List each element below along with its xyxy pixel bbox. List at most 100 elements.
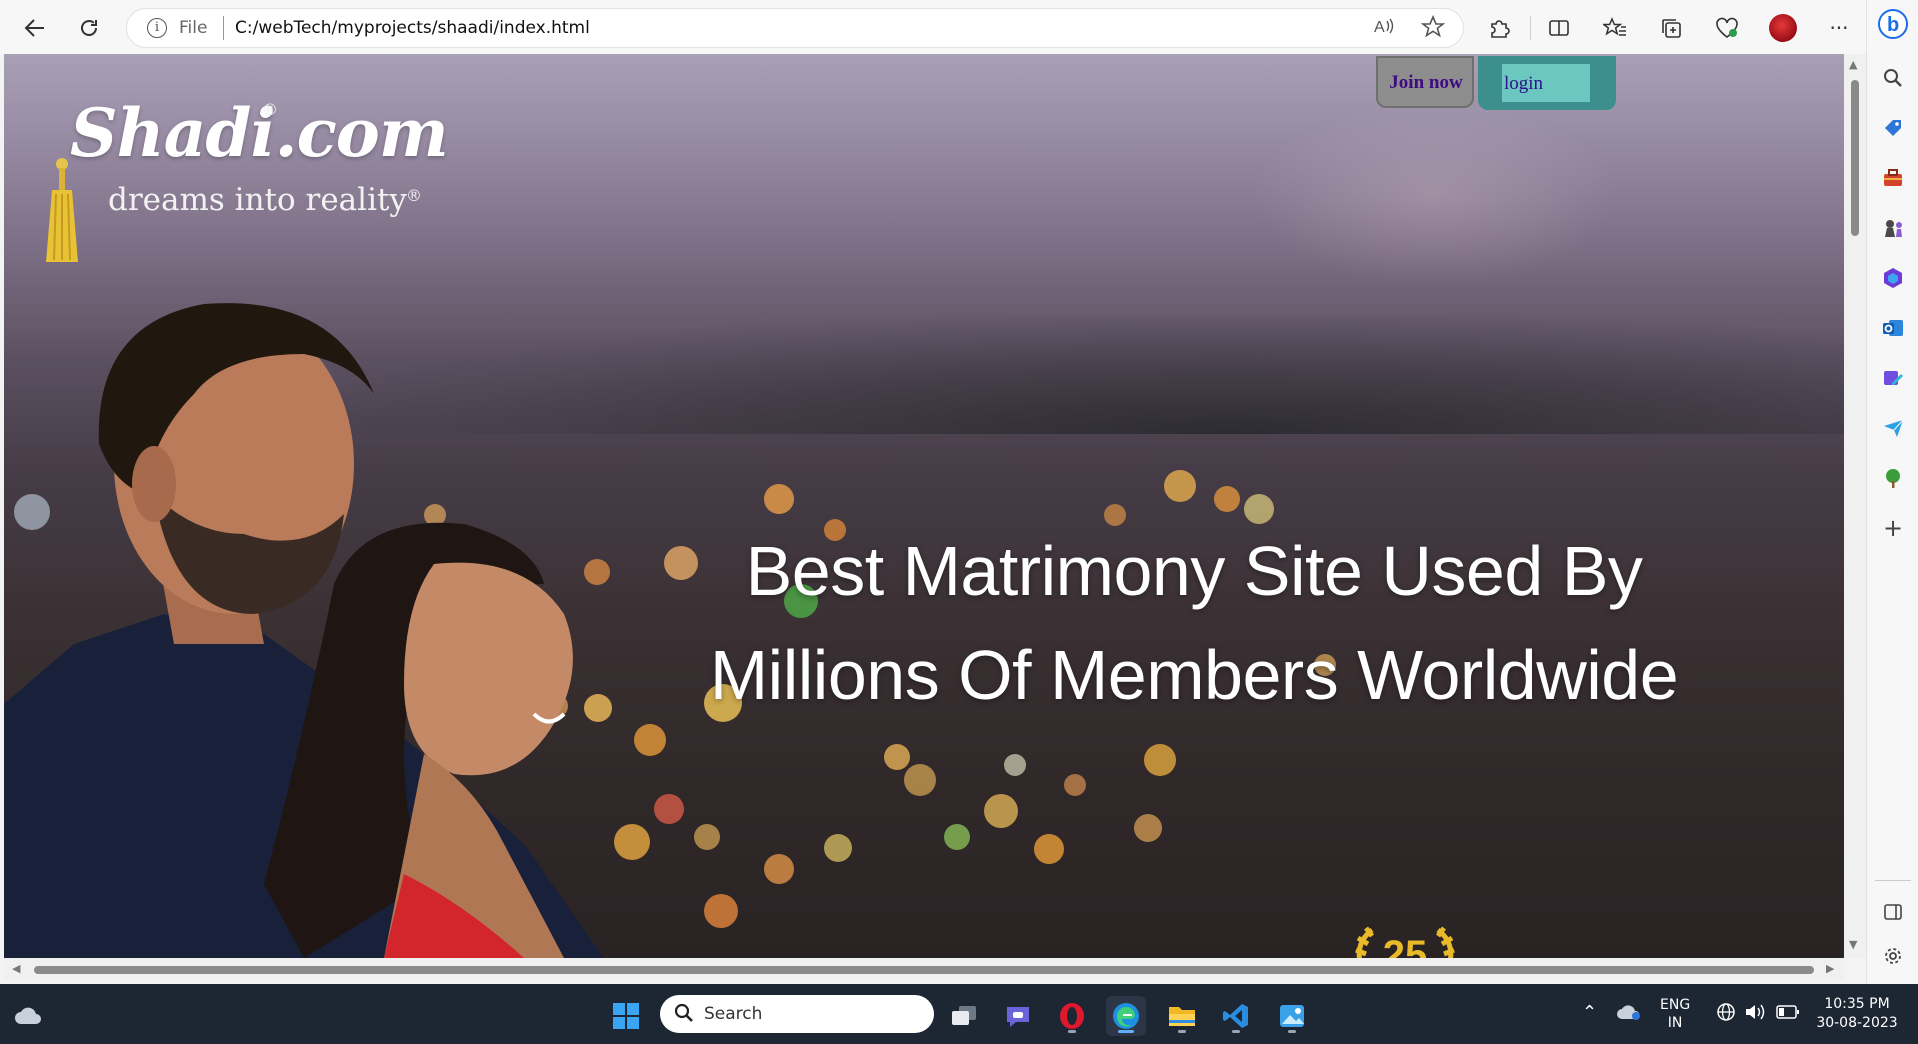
- laurel-icon: 25: [1355, 926, 1455, 958]
- language-indicator[interactable]: ENG IN: [1660, 996, 1690, 1032]
- extensions-button[interactable]: [1480, 9, 1518, 47]
- plus-icon: +: [1882, 514, 1904, 542]
- running-indicator: [1232, 1030, 1240, 1033]
- collections-icon: [1662, 19, 1681, 38]
- bing-copilot-button[interactable]: b: [1877, 8, 1909, 40]
- page-viewport: Shadi.com ® dreams into reality ® Join n…: [4, 54, 1844, 958]
- address-url[interactable]: C:/webTech/myprojects/shaadi/index.html: [235, 18, 590, 38]
- taskbar-search-box[interactable]: Search: [660, 995, 934, 1033]
- photos-button[interactable]: [1272, 996, 1312, 1036]
- cloud-icon: [15, 1007, 41, 1024]
- battery-icon[interactable]: [1776, 1004, 1800, 1024]
- heart-pulse-icon: [1716, 17, 1738, 38]
- panel-icon: [1884, 904, 1902, 920]
- toolbox-icon: [1884, 169, 1902, 186]
- sidebar-games-button[interactable]: [1877, 212, 1909, 244]
- tagline-registered-mark: ®: [406, 186, 422, 205]
- horizontal-scrollbar[interactable]: ◀ ▶: [4, 958, 1844, 980]
- shadi-logo[interactable]: Shadi.com ® dreams into reality ®: [46, 94, 470, 262]
- sidebar-send-button[interactable]: [1877, 412, 1909, 444]
- clock[interactable]: 10:35 PM 30-08-2023: [1812, 995, 1902, 1033]
- scroll-left-icon[interactable]: ◀: [12, 962, 20, 975]
- taskbar-search-label: Search: [704, 1004, 763, 1024]
- sidebar-settings-button[interactable]: [1877, 940, 1909, 972]
- tag-icon: [1885, 120, 1901, 136]
- sidebar-outlook-button[interactable]: [1877, 312, 1909, 344]
- weather-widget[interactable]: [8, 996, 48, 1036]
- start-button[interactable]: [606, 996, 646, 1036]
- login-button[interactable]: login: [1502, 64, 1590, 102]
- read-aloud-icon[interactable]: A: [1373, 15, 1395, 42]
- favorite-star-icon[interactable]: [1420, 14, 1446, 44]
- folder-icon: [1169, 1007, 1195, 1026]
- horizontal-scroll-thumb[interactable]: [34, 966, 1814, 974]
- teams-chat-button[interactable]: [998, 996, 1038, 1036]
- sidebar-designer-button[interactable]: [1877, 362, 1909, 394]
- tray-overflow-chevron-icon[interactable]: ⌃: [1582, 1002, 1597, 1023]
- file-explorer-button[interactable]: [1162, 996, 1202, 1036]
- running-indicator: [1288, 1030, 1296, 1033]
- address-separator: [223, 16, 224, 40]
- split-screen-button[interactable]: [1540, 9, 1578, 47]
- settings-more-button[interactable]: ···: [1820, 9, 1858, 47]
- opera-button[interactable]: [1052, 996, 1092, 1036]
- back-arrow-icon: [24, 19, 44, 37]
- hero-headline: Best Matrimony Site Used By Millions Of …: [564, 519, 1824, 727]
- chat-icon: [1007, 1007, 1029, 1027]
- tree-icon: [1886, 469, 1900, 488]
- chess-icon: [1885, 220, 1902, 237]
- browser-essentials-button[interactable]: [1708, 9, 1746, 47]
- outlook-icon: [1883, 320, 1903, 336]
- sidebar-shopping-button[interactable]: [1877, 112, 1909, 144]
- clock-date: 30-08-2023: [1816, 1015, 1898, 1031]
- vertical-scroll-thumb[interactable]: [1851, 80, 1859, 236]
- site-info-icon[interactable]: i: [147, 18, 167, 38]
- language-code: ENG: [1660, 997, 1691, 1013]
- toolbar-divider: [1530, 16, 1531, 40]
- vertical-scrollbar[interactable]: ▲ ▼: [1844, 54, 1866, 958]
- scroll-down-icon[interactable]: ▼: [1849, 938, 1857, 951]
- collections-button[interactable]: [1652, 9, 1690, 47]
- active-indicator: [1118, 1030, 1134, 1033]
- edge-sidebar: b +: [1866, 0, 1918, 984]
- sidebar-add-button[interactable]: +: [1877, 512, 1909, 544]
- back-button[interactable]: [16, 9, 54, 47]
- profile-button[interactable]: [1764, 9, 1802, 47]
- join-now-button[interactable]: Join now: [1376, 56, 1474, 108]
- sidebar-search-button[interactable]: [1877, 62, 1909, 94]
- refresh-button[interactable]: [70, 9, 108, 47]
- sidebar-tree-button[interactable]: [1877, 462, 1909, 494]
- refresh-icon: [81, 20, 97, 36]
- logo-tagline: dreams into reality: [108, 182, 407, 218]
- paper-plane-icon: [1884, 419, 1904, 437]
- task-view-icon: [952, 1006, 976, 1025]
- region-code: IN: [1667, 1015, 1683, 1031]
- onedrive-icon[interactable]: [1616, 1002, 1642, 1026]
- favorites-icon: [1603, 17, 1626, 36]
- volume-icon[interactable]: [1744, 1002, 1766, 1026]
- favorites-button[interactable]: [1596, 9, 1634, 47]
- sidebar-tools-button[interactable]: [1877, 162, 1909, 194]
- headline-line-1: Best Matrimony Site Used By: [745, 532, 1643, 610]
- sidebar-hide-button[interactable]: [1877, 896, 1909, 928]
- scroll-right-icon[interactable]: ▶: [1826, 962, 1834, 975]
- clock-time: 10:35 PM: [1824, 996, 1890, 1012]
- svg-text:b: b: [1887, 14, 1899, 36]
- address-scheme: File: [179, 18, 208, 38]
- vscode-button[interactable]: [1216, 996, 1256, 1036]
- badge-number: 25: [1383, 933, 1428, 958]
- running-indicator: [1178, 1030, 1186, 1033]
- logo-brand-text: Shadi.com: [70, 94, 449, 172]
- task-view-button[interactable]: [944, 996, 984, 1036]
- network-globe-icon[interactable]: [1716, 1002, 1736, 1026]
- avatar: [1769, 14, 1797, 42]
- scroll-up-icon[interactable]: ▲: [1849, 58, 1857, 71]
- opera-icon: [1060, 1003, 1084, 1029]
- search-icon: [674, 1003, 693, 1022]
- address-bar[interactable]: i File C:/webTech/myprojects/shaadi/inde…: [126, 8, 1464, 48]
- puzzle-icon: [1491, 20, 1510, 38]
- more-dots-icon: ···: [1829, 16, 1849, 40]
- edge-button[interactable]: [1106, 996, 1146, 1036]
- svg-text:A: A: [1374, 19, 1385, 36]
- sidebar-office-button[interactable]: [1877, 262, 1909, 294]
